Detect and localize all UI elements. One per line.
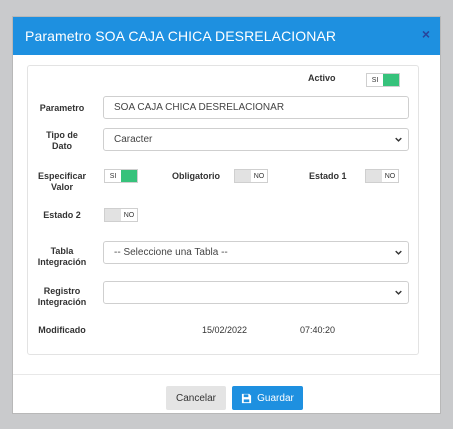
- estado2-label: Estado 2: [43, 210, 81, 220]
- chevron-down-icon: [395, 290, 402, 295]
- estado2-toggle[interactable]: NO: [104, 208, 138, 222]
- chevron-down-icon: [395, 250, 402, 255]
- tipo-dato-label-line2: Dato: [52, 141, 72, 151]
- tabla-integracion-select[interactable]: -- Seleccione una Tabla --: [103, 241, 409, 264]
- registro-integracion-label: Registro Integración: [30, 286, 94, 308]
- activo-toggle[interactable]: SI: [366, 73, 400, 87]
- form-panel: Activo SI Parametro SOA CAJA CHICA DESRE…: [27, 65, 419, 355]
- modal-title: Parametro SOA CAJA CHICA DESRELACIONAR: [25, 28, 337, 44]
- especificar-valor-label-line1: Especificar: [37, 171, 87, 181]
- tabla-integracion-value: -- Seleccione una Tabla --: [114, 247, 228, 258]
- especificar-valor-toggle-text: SI: [109, 172, 117, 180]
- estado1-label: Estado 1: [309, 171, 347, 181]
- tabla-integracion-label-line1: Tabla: [50, 246, 74, 256]
- estado2-toggle-knob: [105, 209, 121, 221]
- parametro-modal: Parametro SOA CAJA CHICA DESRELACIONAR ×…: [12, 16, 441, 414]
- registro-integracion-select[interactable]: [103, 281, 409, 304]
- tabla-integracion-label-line2: Integración: [37, 257, 87, 267]
- obligatorio-toggle-knob: [235, 170, 251, 182]
- especificar-valor-toggle[interactable]: SI: [104, 169, 138, 183]
- especificar-valor-label-line2: Valor: [50, 182, 73, 192]
- footer-divider: [13, 374, 440, 375]
- tipo-dato-label-line1: Tipo de: [46, 130, 78, 140]
- parametro-label: Parametro: [39, 103, 85, 113]
- parametro-value: SOA CAJA CHICA DESRELACIONAR: [114, 102, 285, 113]
- tipo-dato-select[interactable]: Caracter: [103, 128, 409, 151]
- save-button[interactable]: Guardar: [232, 386, 303, 410]
- obligatorio-label: Obligatorio: [172, 171, 220, 181]
- chevron-down-icon: [395, 137, 402, 142]
- registro-integracion-label-line2: Integración: [37, 297, 87, 307]
- save-button-label: Guardar: [257, 392, 294, 404]
- especificar-valor-toggle-knob: [121, 170, 137, 182]
- obligatorio-toggle[interactable]: NO: [234, 169, 268, 183]
- parametro-input[interactable]: SOA CAJA CHICA DESRELACIONAR: [103, 96, 409, 119]
- estado1-toggle[interactable]: NO: [365, 169, 399, 183]
- activo-toggle-text: SI: [371, 76, 379, 84]
- estado1-toggle-knob: [366, 170, 382, 182]
- save-icon: [242, 393, 252, 403]
- close-icon[interactable]: ×: [422, 26, 430, 42]
- tabla-integracion-label: Tabla Integración: [30, 246, 94, 268]
- modal-header: Parametro SOA CAJA CHICA DESRELACIONAR ×: [13, 17, 440, 55]
- activo-toggle-knob: [383, 74, 399, 86]
- especificar-valor-label: Especificar Valor: [30, 171, 94, 193]
- cancel-button[interactable]: Cancelar: [166, 386, 226, 410]
- estado2-toggle-text: NO: [123, 211, 135, 219]
- modificado-time: 07:40:20: [300, 325, 336, 335]
- tipo-dato-label: Tipo de Dato: [30, 130, 94, 152]
- estado1-toggle-text: NO: [384, 172, 396, 180]
- modificado-date: 15/02/2022: [202, 325, 248, 335]
- modificado-label: Modificado: [38, 325, 86, 335]
- tipo-dato-value: Caracter: [114, 134, 153, 145]
- registro-integracion-label-line1: Registro: [43, 286, 81, 296]
- activo-label: Activo: [308, 73, 336, 83]
- obligatorio-toggle-text: NO: [253, 172, 265, 180]
